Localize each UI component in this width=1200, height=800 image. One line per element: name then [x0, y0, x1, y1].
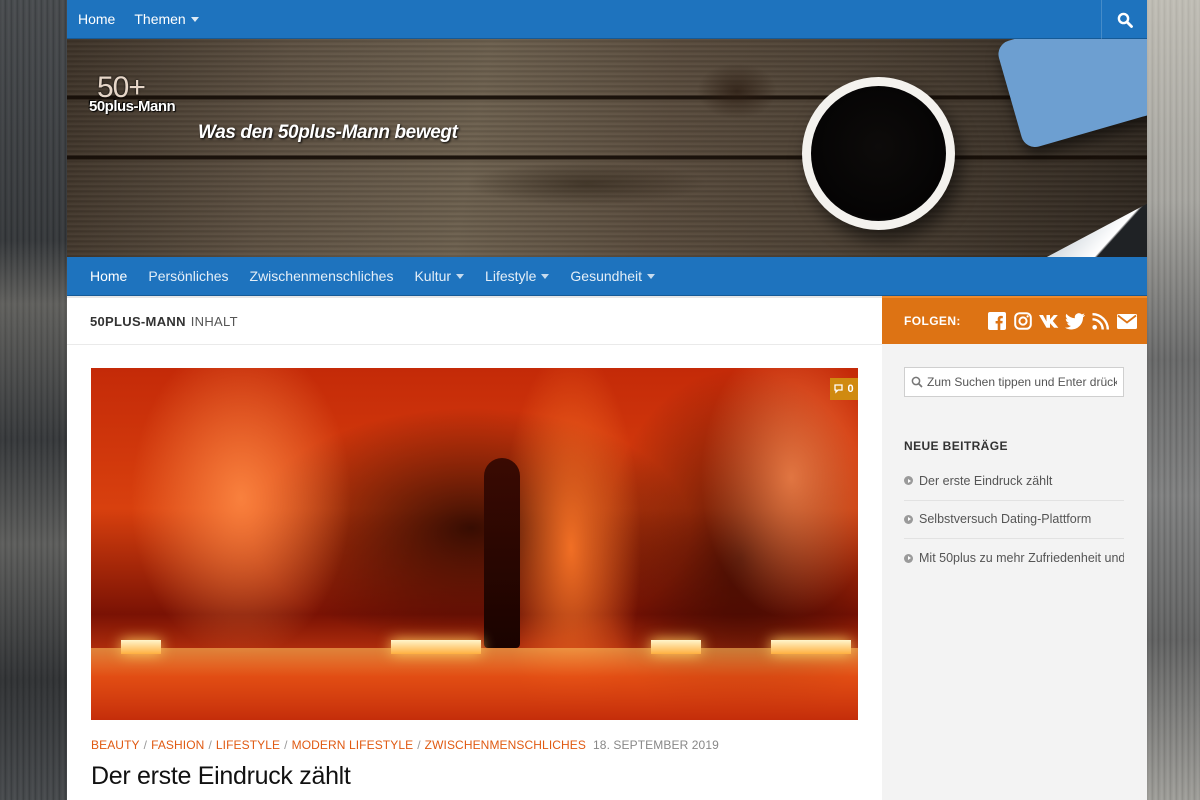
device-image — [1026, 197, 1147, 257]
comment-count: 0 — [847, 383, 854, 395]
social-links — [987, 311, 1137, 331]
recent-post-label: Mit 50plus zu mehr Zufriedenheit und — [919, 551, 1124, 566]
comment-count-badge[interactable]: 0 — [830, 378, 858, 400]
page-title: 50plus-Mann Inhalt — [67, 298, 882, 345]
comments-icon — [834, 384, 844, 394]
chevron-down-icon — [541, 273, 550, 279]
coffee-cup-image — [802, 77, 955, 257]
chevron-down-icon — [456, 273, 465, 279]
facebook-icon[interactable] — [987, 311, 1007, 331]
post-title-link[interactable]: Der erste Eindruck zählt — [91, 762, 351, 791]
mainnav-item-persoenliches[interactable]: Persönliches — [148, 268, 228, 284]
mainnav-item-label: Kultur — [414, 268, 452, 284]
main-content: 50plus-Mann Inhalt 0 Beauty / Fashion / … — [67, 296, 882, 800]
mainnav-item-lifestyle[interactable]: Lifestyle — [485, 268, 550, 284]
post-meta: Beauty / Fashion / Lifestyle / Modern Li… — [91, 738, 719, 752]
site-logo[interactable]: 50+ 50plus-Mann — [89, 73, 184, 117]
recent-post-item[interactable]: Mit 50plus zu mehr Zufriedenheit und — [904, 539, 1124, 578]
follow-label: FOLGEN: — [904, 314, 961, 328]
instagram-icon[interactable] — [1013, 311, 1033, 331]
topnav-item-home[interactable]: Home — [78, 11, 115, 27]
category-separator: / — [284, 738, 288, 752]
recent-posts-title: Neue Beiträge — [904, 439, 1008, 453]
category-separator: / — [208, 738, 212, 752]
recent-post-item[interactable]: Der erste Eindruck zählt — [904, 462, 1124, 501]
logo-text: 50plus-Mann — [89, 98, 176, 115]
mainnav-item-label: Persönliches — [148, 268, 229, 284]
top-navigation: Home Themen — [67, 0, 1147, 39]
image-figure — [484, 458, 520, 648]
topnav-item-label: Themen — [134, 11, 186, 27]
search-icon — [911, 376, 923, 388]
search-toggle-button[interactable] — [1101, 0, 1147, 39]
search-icon — [1117, 12, 1133, 28]
page-title-muted: Inhalt — [190, 313, 238, 329]
vk-icon[interactable] — [1038, 311, 1059, 331]
mainnav-item-label: Zwischenmenschliches — [249, 268, 394, 284]
site-tagline: Was den 50plus-Mann bewegt — [198, 122, 458, 143]
recent-post-label: Selbstversuch Dating-Plattform — [919, 512, 1092, 527]
twitter-icon[interactable] — [1064, 311, 1085, 331]
cup-handle — [907, 212, 955, 257]
topnav-item-label: Home — [78, 11, 116, 27]
mainnav-item-home[interactable]: Home — [90, 268, 127, 284]
mainnav-item-label: Home — [90, 268, 128, 284]
sidebar-search-box — [904, 367, 1124, 397]
recent-posts-list: Der erste Eindruck zählt Selbstversuch D… — [904, 462, 1124, 578]
page-title-strong: 50plus-Mann — [90, 313, 186, 329]
main-navigation: Home Persönliches Zwischenmenschliches K… — [67, 257, 1147, 296]
image-light — [771, 640, 851, 654]
search-input[interactable] — [927, 375, 1117, 389]
post-date: 18. September 2019 — [593, 738, 719, 752]
category-link-lifestyle[interactable]: Lifestyle — [216, 738, 280, 752]
tablet-image — [995, 39, 1147, 151]
image-light — [391, 640, 481, 654]
chevron-down-icon — [647, 273, 656, 279]
background-left — [0, 0, 67, 800]
image-light — [651, 640, 701, 654]
email-icon[interactable] — [1116, 311, 1137, 331]
chevron-right-icon — [904, 553, 913, 563]
chevron-right-icon — [904, 514, 913, 524]
recent-post-label: Der erste Eindruck zählt — [919, 473, 1053, 488]
mainnav-item-kultur[interactable]: Kultur — [414, 268, 465, 284]
category-separator: / — [143, 738, 148, 752]
category-link-zwischenmenschliches[interactable]: Zwischenmenschliches — [425, 738, 586, 752]
chevron-right-icon — [904, 476, 913, 486]
recent-post-item[interactable]: Selbstversuch Dating-Plattform — [904, 501, 1124, 539]
category-link-fashion[interactable]: Fashion — [151, 738, 204, 752]
header-banner: 50+ 50plus-Mann Was den 50plus-Mann bewe… — [67, 39, 1147, 257]
background-right — [1147, 0, 1200, 800]
mainnav-item-zwischenmenschliches[interactable]: Zwischenmenschliches — [250, 268, 394, 284]
category-link-beauty[interactable]: Beauty — [91, 738, 140, 752]
topnav-item-themen[interactable]: Themen — [134, 11, 199, 27]
mainnav-item-gesundheit[interactable]: Gesundheit — [570, 268, 656, 284]
image-floor — [91, 648, 858, 720]
category-link-modern-lifestyle[interactable]: Modern Lifestyle — [292, 738, 414, 752]
chevron-down-icon — [190, 16, 199, 22]
category-separator: / — [417, 738, 421, 752]
post-featured-image[interactable]: 0 — [91, 368, 858, 720]
mainnav-item-label: Lifestyle — [485, 268, 537, 284]
mainnav-item-label: Gesundheit — [570, 268, 643, 284]
rss-icon[interactable] — [1091, 311, 1111, 331]
image-light — [121, 640, 161, 654]
sidebar: FOLGEN: Zum Suchen tippen und Enter drüc… — [882, 296, 1147, 800]
page-wrapper: Home Themen 50+ 50plus-Mann Was den 50pl… — [67, 0, 1147, 800]
follow-bar: FOLGEN: — [882, 296, 1147, 344]
